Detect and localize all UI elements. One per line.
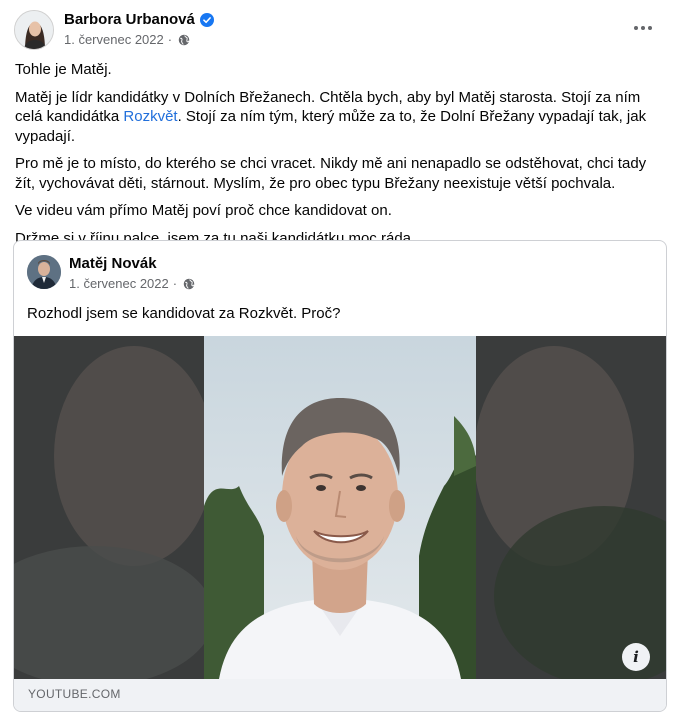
author-avatar[interactable] bbox=[14, 10, 54, 50]
more-options-icon bbox=[634, 26, 638, 30]
author-avatar-image bbox=[15, 11, 53, 49]
shared-post-text: Rozhodl jsem se kandidovat za Rozkvět. P… bbox=[27, 305, 341, 322]
author-line: Barbora Urbanová bbox=[64, 11, 214, 28]
verified-badge-icon bbox=[199, 12, 214, 27]
shared-author-avatar[interactable] bbox=[27, 255, 61, 289]
globe-icon[interactable] bbox=[178, 34, 190, 46]
video-frame-image bbox=[14, 336, 666, 679]
globe-icon[interactable] bbox=[183, 278, 195, 290]
post-date[interactable]: 1. červenec 2022 bbox=[64, 32, 164, 47]
shared-post-card[interactable]: Matěj Novák 1. červenec 2022 · Rozhodl j… bbox=[13, 240, 667, 712]
more-options-button[interactable] bbox=[626, 14, 660, 42]
info-button[interactable]: i bbox=[622, 643, 650, 671]
shared-post-meta: 1. červenec 2022 · bbox=[69, 276, 195, 291]
rozkvet-link[interactable]: Rozkvět bbox=[123, 108, 177, 125]
video-thumbnail[interactable]: i bbox=[14, 336, 666, 679]
link-source-bar[interactable]: YOUTUBE.COM bbox=[14, 679, 666, 711]
post-body: Tohle je Matěj. Matěj je lídr kandidátky… bbox=[15, 60, 665, 256]
post-paragraph: Tohle je Matěj. bbox=[15, 61, 112, 78]
post-paragraph: Ve videu vám přímo Matěj poví proč chce … bbox=[15, 202, 392, 219]
meta-separator: · bbox=[172, 276, 178, 291]
meta-separator: · bbox=[167, 32, 173, 47]
post-paragraph: Matěj je lídr kandidátky v Dolních Břeža… bbox=[15, 88, 665, 147]
facebook-post: Barbora Urbanová 1. červenec 2022 · Tohl… bbox=[0, 0, 676, 712]
shared-post-date[interactable]: 1. červenec 2022 bbox=[69, 276, 169, 291]
shared-author-name[interactable]: Matěj Novák bbox=[69, 255, 157, 272]
post-meta: 1. červenec 2022 · bbox=[64, 32, 190, 47]
author-name[interactable]: Barbora Urbanová bbox=[64, 11, 195, 28]
link-source-domain: YOUTUBE.COM bbox=[28, 687, 121, 701]
shared-post-header: Matěj Novák 1. červenec 2022 · bbox=[27, 253, 627, 293]
shared-author-avatar-image bbox=[27, 255, 61, 289]
post-paragraph: Pro mě je to místo, do kterého se chci v… bbox=[15, 155, 647, 192]
post-header: Barbora Urbanová 1. červenec 2022 · bbox=[14, 10, 664, 54]
